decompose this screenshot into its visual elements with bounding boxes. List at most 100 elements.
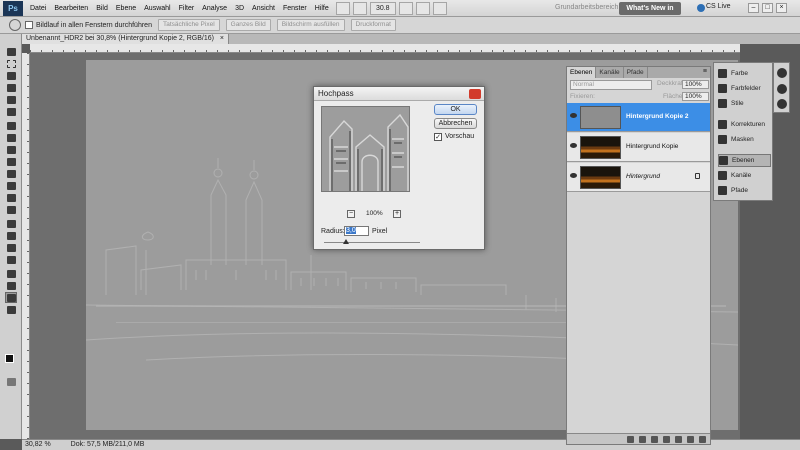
gradient-tool-icon[interactable] <box>5 180 17 191</box>
tab-kanaele[interactable]: Kanäle <box>596 67 624 78</box>
add-mask-icon[interactable] <box>651 436 658 443</box>
dock-item-masken[interactable]: Masken <box>718 133 771 146</box>
move-tool-icon[interactable] <box>5 46 17 57</box>
status-zoom[interactable]: 30,82 % <box>25 441 51 448</box>
clone-stamp-tool-icon[interactable] <box>5 144 17 155</box>
arrange-documents-button[interactable] <box>415 1 430 15</box>
layer-thumbnail <box>580 166 621 189</box>
preview-checkbox[interactable]: ✓ <box>434 133 442 141</box>
fit-screen-button[interactable]: Ganzes Bild <box>225 19 271 31</box>
dock-item-ebenen[interactable]: Ebenen <box>718 154 771 167</box>
tab-ebenen[interactable]: Ebenen <box>567 67 597 78</box>
histogram-icon[interactable] <box>777 84 787 94</box>
close-tab-icon[interactable]: × <box>220 35 224 42</box>
dock-item-farbe[interactable]: Farbe <box>718 67 771 80</box>
menu-ebene[interactable]: Ebene <box>112 5 140 12</box>
radius-input[interactable]: 3,0 <box>344 226 369 236</box>
layers-icon <box>719 156 728 165</box>
marquee-tool-icon[interactable] <box>5 58 17 69</box>
blur-tool-icon[interactable] <box>5 192 17 203</box>
radius-slider[interactable] <box>324 242 420 243</box>
eyedropper-tool-icon[interactable] <box>5 106 17 117</box>
menu-analyse[interactable]: Analyse <box>198 5 231 12</box>
new-group-icon[interactable] <box>675 436 682 443</box>
layer-row-hintergrund[interactable]: Hintergrund <box>567 163 710 192</box>
menu-ansicht[interactable]: Ansicht <box>248 5 279 12</box>
screen-mode-button[interactable] <box>432 1 447 15</box>
print-size-button[interactable]: Druckformat <box>350 19 396 31</box>
info-icon[interactable] <box>777 99 787 109</box>
zoom-tool-icon[interactable] <box>5 304 17 315</box>
actual-pixels-button[interactable]: Tatsächliche Pixel <box>157 19 220 31</box>
menu-auswahl[interactable]: Auswahl <box>140 5 174 12</box>
foreground-color-swatch[interactable] <box>5 354 14 363</box>
quick-select-tool-icon[interactable] <box>5 82 17 93</box>
panel-menu-icon[interactable]: ≡ <box>703 68 707 75</box>
filter-preview[interactable] <box>321 106 410 192</box>
minimize-button[interactable]: – <box>748 3 759 13</box>
eye-icon[interactable] <box>570 173 577 178</box>
cancel-button[interactable]: Abbrechen <box>434 118 477 129</box>
3d-rotate-tool-icon[interactable] <box>5 268 17 279</box>
maximize-button[interactable]: □ <box>762 3 773 13</box>
hand-tool-button[interactable] <box>398 1 413 15</box>
dock-item-farbfelder[interactable]: Farbfelder <box>718 82 771 95</box>
opacity-input[interactable]: 100% <box>682 80 709 89</box>
minibridge-button[interactable] <box>352 1 367 15</box>
path-selection-tool-icon[interactable] <box>5 242 17 253</box>
link-layers-icon[interactable] <box>627 436 634 443</box>
layer-style-icon[interactable] <box>639 436 646 443</box>
layer-row-hintergrund-kopie-2[interactable]: Hintergrund Kopie 2 <box>567 103 710 132</box>
zoom-out-button[interactable]: − <box>347 210 355 218</box>
fill-input[interactable]: 100% <box>682 92 709 101</box>
dock-item-korrekturen[interactable]: Korrekturen <box>718 118 771 131</box>
menu-3d[interactable]: 3D <box>231 5 248 12</box>
cs-live-button[interactable]: CS Live <box>706 3 731 10</box>
blend-mode-select[interactable]: Normal <box>570 80 652 90</box>
menu-bearbeiten[interactable]: Bearbeiten <box>50 5 92 12</box>
dock-item-pfade[interactable]: Pfade <box>718 184 771 197</box>
close-icon[interactable] <box>469 89 481 99</box>
scroll-all-windows-checkbox[interactable] <box>25 21 33 29</box>
hand-tool-icon[interactable] <box>5 292 17 303</box>
dock-item-stile[interactable]: Stile <box>718 97 771 110</box>
dock-item-label: Stile <box>731 100 744 107</box>
bridge-button[interactable] <box>335 1 350 15</box>
navigator-icon[interactable] <box>777 68 787 78</box>
tab-pfade[interactable]: Pfade <box>624 67 648 78</box>
3d-orbit-tool-icon[interactable] <box>5 280 17 291</box>
eye-icon[interactable] <box>570 143 577 148</box>
shape-tool-icon[interactable] <box>5 254 17 265</box>
document-tab-title: Unbenannt_HDR2 bei 30,8% (Hintergrund Ko… <box>26 35 214 42</box>
eraser-tool-icon[interactable] <box>5 168 17 179</box>
whats-new-button[interactable]: What's New in CS5 <box>619 2 681 25</box>
crop-tool-icon[interactable] <box>5 94 17 105</box>
zoom-in-button[interactable]: + <box>393 210 401 218</box>
eye-icon[interactable] <box>570 113 577 118</box>
fill-screen-button[interactable]: Bildschirm ausfüllen <box>276 19 345 31</box>
layer-row-hintergrund-kopie[interactable]: Hintergrund Kopie <box>567 133 710 162</box>
menu-hilfe[interactable]: Hilfe <box>311 5 333 12</box>
history-brush-tool-icon[interactable] <box>5 156 17 167</box>
trash-icon[interactable] <box>699 436 706 443</box>
menu-fenster[interactable]: Fenster <box>279 5 311 12</box>
type-tool-icon[interactable] <box>5 230 17 241</box>
menu-filter[interactable]: Filter <box>175 5 199 12</box>
close-window-button[interactable]: × <box>776 3 787 13</box>
healing-brush-tool-icon[interactable] <box>5 120 17 131</box>
menu-bild[interactable]: Bild <box>92 5 112 12</box>
menu-datei[interactable]: Datei <box>26 5 50 12</box>
adjustment-layer-icon[interactable] <box>663 436 670 443</box>
brush-tool-icon[interactable] <box>5 132 17 143</box>
dock-item-kanaele[interactable]: Kanäle <box>718 169 771 182</box>
ok-button[interactable]: OK <box>434 104 477 115</box>
dodge-tool-icon[interactable] <box>5 204 17 215</box>
pen-tool-icon[interactable] <box>5 218 17 229</box>
lasso-tool-icon[interactable] <box>5 70 17 81</box>
radius-slider-handle[interactable] <box>343 239 349 244</box>
quick-mask-icon[interactable] <box>5 376 17 387</box>
document-tab[interactable]: Unbenannt_HDR2 bei 30,8% (Hintergrund Ko… <box>22 34 229 44</box>
workspace-label[interactable]: Grundarbeitsbereich <box>555 4 618 11</box>
zoom-level-select[interactable]: 30.8 <box>369 1 396 15</box>
new-layer-icon[interactable] <box>687 436 694 443</box>
